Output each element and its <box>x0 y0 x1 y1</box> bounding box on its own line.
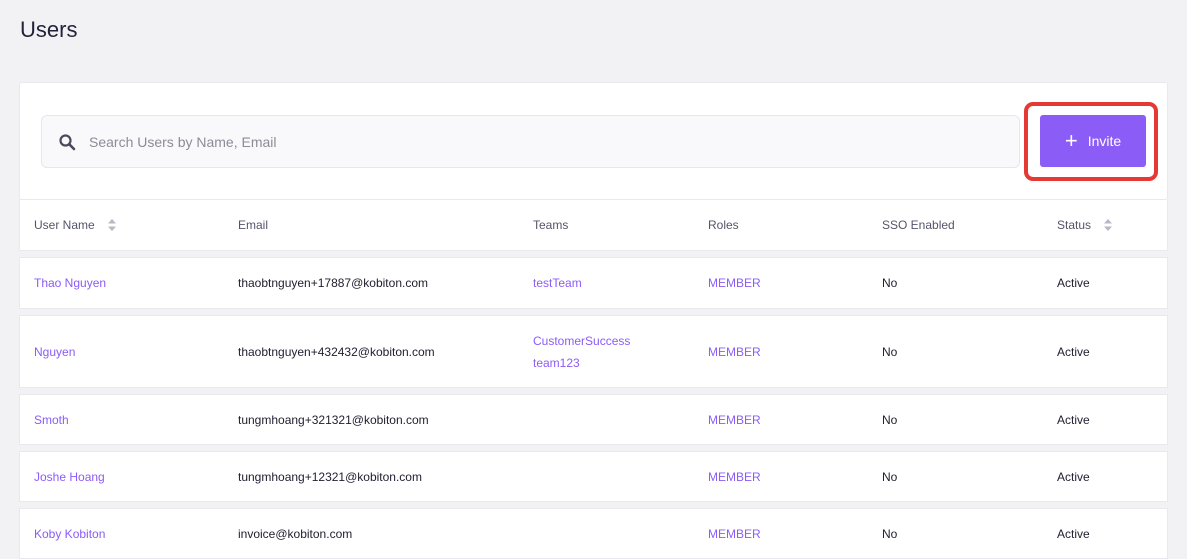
user-name-link[interactable]: Thao Nguyen <box>34 258 106 308</box>
table-row: Smoth tungmhoang+321321@kobiton.com MEMB… <box>19 394 1168 445</box>
user-name-link[interactable]: Nguyen <box>34 316 75 387</box>
user-email: thaobtnguyen+432432@kobiton.com <box>238 344 435 359</box>
user-name-link[interactable]: Koby Kobiton <box>34 509 105 558</box>
user-email: invoice@kobiton.com <box>238 526 353 541</box>
role-link[interactable]: MEMBER <box>708 395 761 444</box>
table-row: Thao Nguyen thaobtnguyen+17887@kobiton.c… <box>19 257 1168 309</box>
table-row: Joshe Hoang tungmhoang+12321@kobiton.com… <box>19 451 1168 502</box>
header-status[interactable]: Status <box>1057 200 1113 250</box>
search-input[interactable] <box>89 116 989 167</box>
invite-label: Invite <box>1087 133 1122 149</box>
invite-button[interactable]: + Invite <box>1040 115 1146 167</box>
role-link[interactable]: MEMBER <box>708 258 761 308</box>
table-header: User Name Email Teams Roles SSO Enabled … <box>19 200 1168 251</box>
header-sso: SSO Enabled <box>882 218 955 232</box>
status-value: Active <box>1057 412 1090 427</box>
toolbar-card: + Invite <box>19 82 1168 200</box>
sso-value: No <box>882 469 898 484</box>
role-link[interactable]: MEMBER <box>708 316 761 387</box>
user-email: tungmhoang+321321@kobiton.com <box>238 412 429 427</box>
header-user-name-label: User Name <box>34 218 95 232</box>
user-name-link[interactable]: Joshe Hoang <box>34 452 105 501</box>
team-link[interactable]: testTeam <box>533 258 582 308</box>
table-row: Nguyen thaobtnguyen+432432@kobiton.com C… <box>19 315 1168 388</box>
status-value: Active <box>1057 344 1090 359</box>
header-status-label: Status <box>1057 218 1092 232</box>
sort-icon[interactable] <box>107 217 117 233</box>
sort-icon[interactable] <box>1103 217 1113 233</box>
status-value: Active <box>1057 526 1090 541</box>
search-box[interactable] <box>41 115 1020 168</box>
sso-value: No <box>882 276 898 290</box>
team-link[interactable]: team123 <box>533 352 580 374</box>
user-email: thaobtnguyen+17887@kobiton.com <box>238 276 428 290</box>
header-roles: Roles <box>708 218 739 232</box>
team-link[interactable]: CustomerSuccess <box>533 330 630 352</box>
role-link[interactable]: MEMBER <box>708 509 761 558</box>
user-email: tungmhoang+12321@kobiton.com <box>238 469 422 484</box>
role-link[interactable]: MEMBER <box>708 452 761 501</box>
header-teams: Teams <box>533 218 569 232</box>
header-user-name[interactable]: User Name <box>34 200 117 250</box>
status-value: Active <box>1057 469 1090 484</box>
sso-value: No <box>882 344 898 359</box>
user-name-link[interactable]: Smoth <box>34 395 69 444</box>
header-email: Email <box>238 218 269 232</box>
plus-icon: + <box>1064 128 1078 153</box>
sso-value: No <box>882 412 898 427</box>
page-title: Users <box>20 17 78 42</box>
teams-list: CustomerSuccess team123 <box>533 316 630 387</box>
search-icon <box>59 134 76 151</box>
table-row: Koby Kobiton invoice@kobiton.com MEMBER … <box>19 508 1168 559</box>
sso-value: No <box>882 526 898 541</box>
status-value: Active <box>1057 276 1090 290</box>
